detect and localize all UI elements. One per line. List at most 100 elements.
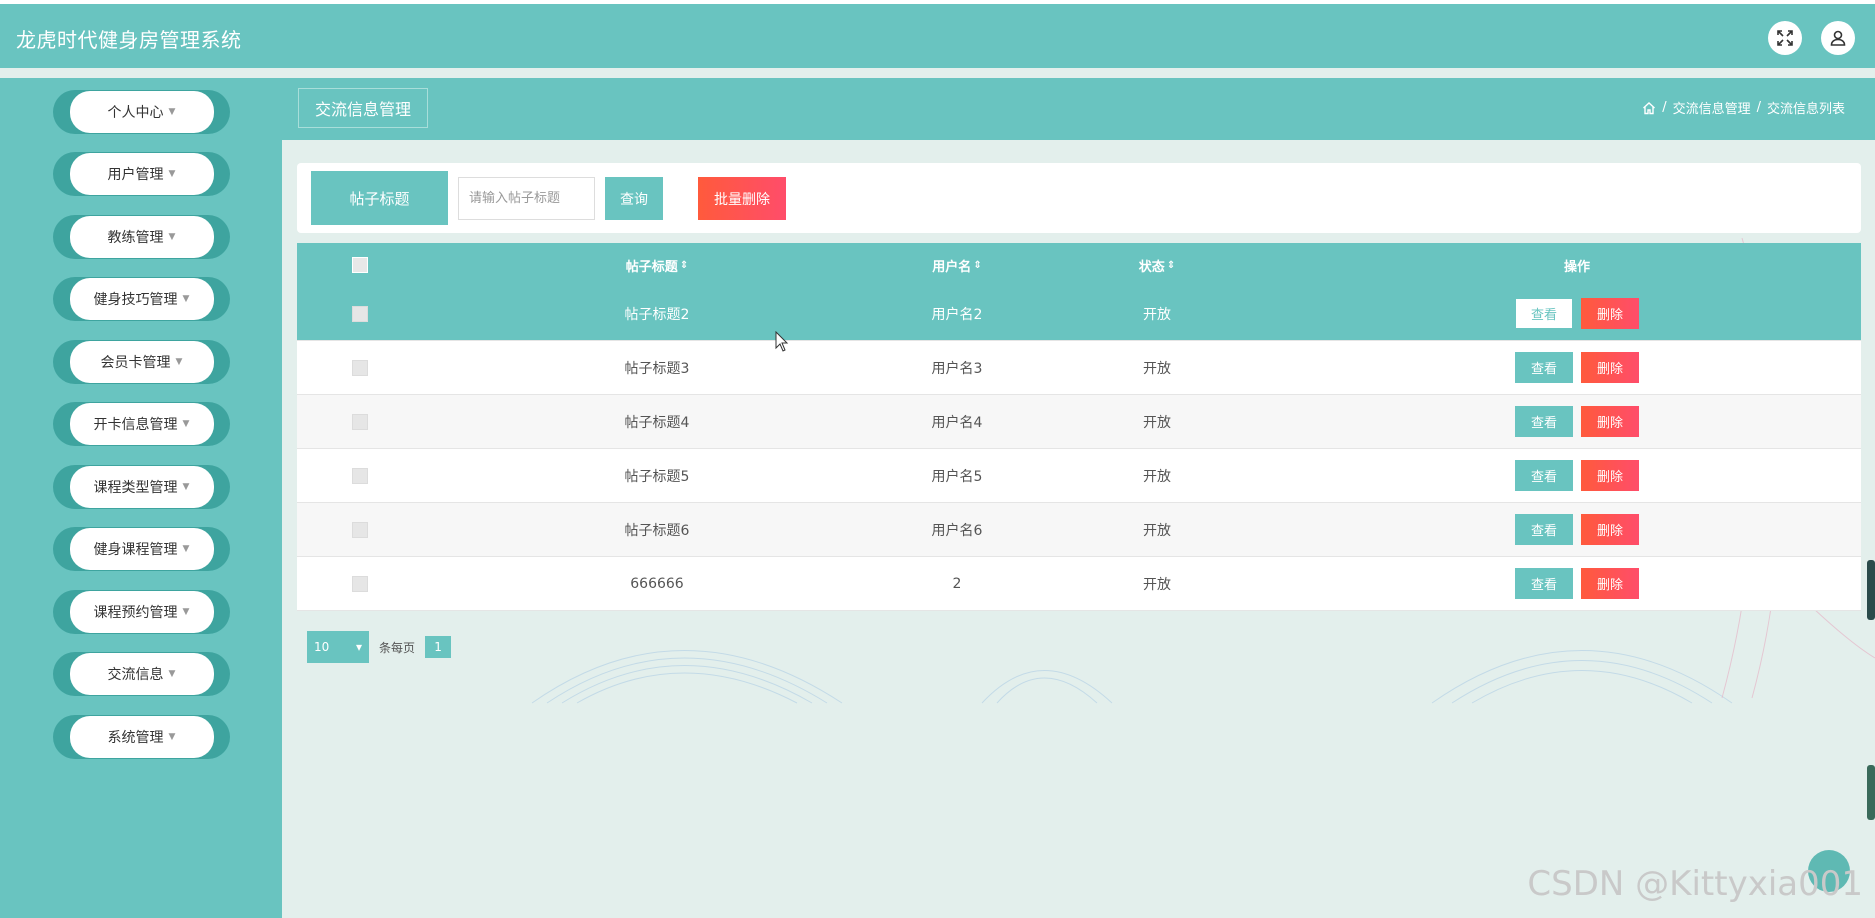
page-size-select[interactable]: 10 ▾ xyxy=(307,631,369,663)
search-label: 帖子标题 xyxy=(311,171,448,225)
header-status[interactable]: 状态 ⇕ xyxy=(1097,243,1217,287)
header-ops: 操作 xyxy=(1563,259,1590,275)
table-header: 帖子标题 ⇕ 用户名 ⇕ 状态 ⇕ 操作 xyxy=(297,243,1861,287)
table-row[interactable]: 帖子标题6 用户名6 开放 查看 删除 xyxy=(297,503,1861,557)
caret-down-icon: ▼ xyxy=(182,607,190,617)
table-row[interactable]: 帖子标题3 用户名3 开放 查看 删除 xyxy=(297,341,1861,395)
sidebar-item-label: 健身技巧管理 xyxy=(93,292,178,308)
delete-button[interactable]: 删除 xyxy=(1581,406,1639,437)
cell-status: 开放 xyxy=(1143,522,1171,539)
select-all-checkbox[interactable] xyxy=(352,257,368,273)
sidebar-item-system[interactable]: 系统管理 ▼ xyxy=(53,715,230,759)
scrollbar-handle[interactable] xyxy=(1867,765,1875,820)
view-button[interactable]: 查看 xyxy=(1515,568,1573,599)
cell-title: 帖子标题6 xyxy=(624,522,690,539)
watermark: CSDN @Kittyxia001 xyxy=(1527,864,1863,904)
cell-title: 帖子标题2 xyxy=(624,306,690,323)
scrollbar-handle[interactable] xyxy=(1867,560,1875,620)
caret-down-icon: ▼ xyxy=(182,544,190,554)
sidebar-item-label: 课程预约管理 xyxy=(93,605,178,621)
page-title: 交流信息管理 xyxy=(298,88,428,128)
delete-button[interactable]: 删除 xyxy=(1581,568,1639,599)
caret-down-icon: ▼ xyxy=(182,294,190,304)
sidebar-item-label: 用户管理 xyxy=(107,167,164,183)
cell-status: 开放 xyxy=(1143,576,1171,593)
view-button[interactable]: 查看 xyxy=(1515,514,1573,545)
cell-status: 开放 xyxy=(1143,306,1171,323)
sidebar-item-label: 健身课程管理 xyxy=(93,542,178,558)
caret-down-icon: ▼ xyxy=(182,419,190,429)
table-row[interactable]: 帖子标题4 用户名4 开放 查看 删除 xyxy=(297,395,1861,449)
per-page-label: 条每页 xyxy=(379,640,416,655)
sidebar-item-label: 会员卡管理 xyxy=(100,355,171,371)
sidebar-item-users[interactable]: 用户管理 ▼ xyxy=(53,152,230,196)
delete-button[interactable]: 删除 xyxy=(1581,298,1639,329)
sort-icon[interactable]: ⇕ xyxy=(1167,260,1175,271)
sidebar-item-fitness-courses[interactable]: 健身课程管理 ▼ xyxy=(53,527,230,571)
delete-button[interactable]: 删除 xyxy=(1581,460,1639,491)
cell-title: 帖子标题5 xyxy=(624,468,690,485)
row-checkbox[interactable] xyxy=(352,359,368,376)
cell-user: 2 xyxy=(952,575,962,592)
mouse-cursor-icon xyxy=(775,331,789,352)
table-row[interactable]: 帖子标题5 用户名5 开放 查看 删除 xyxy=(297,449,1861,503)
breadcrumb-item[interactable]: 交流信息管理 xyxy=(1673,98,1751,117)
sidebar-item-personal-center[interactable]: 个人中心 ▼ xyxy=(53,90,230,134)
table-row[interactable]: 帖子标题2 用户名2 开放 查看 删除 xyxy=(297,287,1861,341)
cell-title: 666666 xyxy=(630,575,684,592)
search-panel: 帖子标题 查询 批量删除 xyxy=(297,163,1861,233)
row-checkbox[interactable] xyxy=(352,521,368,538)
caret-down-icon: ▼ xyxy=(168,732,176,742)
delete-button[interactable]: 删除 xyxy=(1581,352,1639,383)
row-checkbox[interactable] xyxy=(352,467,368,484)
sidebar-item-label: 交流信息 xyxy=(107,667,164,683)
cell-user: 用户名2 xyxy=(931,306,983,323)
sidebar-item-coaches[interactable]: 教练管理 ▼ xyxy=(53,215,230,259)
view-button[interactable]: 查看 xyxy=(1515,460,1573,491)
view-button[interactable]: 查看 xyxy=(1515,352,1573,383)
top-bar: 龙虎时代健身房管理系统 xyxy=(0,0,1875,68)
main-content: 交流信息管理 / 交流信息管理 / 交流信息列表 帖子标题 查询 批量删除 帖子… xyxy=(282,78,1875,918)
breadcrumb-separator: / xyxy=(1662,100,1667,115)
table-row[interactable]: 666666 2 开放 查看 删除 xyxy=(297,557,1861,611)
page-header: 交流信息管理 / 交流信息管理 / 交流信息列表 xyxy=(282,78,1875,140)
sidebar-item-course-booking[interactable]: 课程预约管理 ▼ xyxy=(53,590,230,634)
breadcrumb-item: 交流信息列表 xyxy=(1766,102,1845,117)
caret-down-icon: ▼ xyxy=(182,482,190,492)
sidebar-item-membership-cards[interactable]: 会员卡管理 ▼ xyxy=(53,340,230,384)
caret-down-icon: ▼ xyxy=(175,357,183,367)
bulk-delete-button[interactable]: 批量删除 xyxy=(698,177,786,220)
cell-status: 开放 xyxy=(1143,360,1171,377)
sidebar-item-fitness-tips[interactable]: 健身技巧管理 ▼ xyxy=(53,277,230,321)
view-button[interactable]: 查看 xyxy=(1515,406,1573,437)
cell-user: 用户名6 xyxy=(931,522,983,539)
sidebar-item-course-types[interactable]: 课程类型管理 ▼ xyxy=(53,465,230,509)
sidebar-item-label: 教练管理 xyxy=(107,230,164,246)
header-title[interactable]: 帖子标题 ⇕ xyxy=(577,243,737,287)
row-checkbox[interactable] xyxy=(352,413,368,430)
row-checkbox[interactable] xyxy=(352,575,368,592)
sort-icon[interactable]: ⇕ xyxy=(680,260,688,271)
breadcrumb-separator: / xyxy=(1756,100,1761,115)
home-icon[interactable] xyxy=(1642,101,1656,115)
cell-title: 帖子标题3 xyxy=(624,360,690,377)
sidebar-item-label: 系统管理 xyxy=(107,730,164,746)
cell-user: 用户名4 xyxy=(931,414,983,431)
delete-button[interactable]: 删除 xyxy=(1581,514,1639,545)
sidebar-item-label: 个人中心 xyxy=(107,105,164,121)
user-icon[interactable] xyxy=(1821,21,1855,55)
sidebar: 个人中心 ▼ 用户管理 ▼ 教练管理 ▼ 健身技巧管理 ▼ 会员卡管理 ▼ 开卡信息管理 ▼… xyxy=(0,78,282,918)
caret-down-icon: ▼ xyxy=(168,169,176,179)
sort-icon[interactable]: ⇕ xyxy=(973,260,981,271)
sidebar-item-forum[interactable]: 交流信息 ▼ xyxy=(53,652,230,696)
header-user[interactable]: 用户名 ⇕ xyxy=(877,243,1037,287)
fullscreen-icon[interactable] xyxy=(1768,21,1802,55)
query-button[interactable]: 查询 xyxy=(605,177,663,220)
page-number[interactable]: 1 xyxy=(425,636,452,658)
row-checkbox[interactable] xyxy=(352,305,368,322)
caret-down-icon: ▼ xyxy=(168,107,176,117)
search-input[interactable] xyxy=(458,177,595,220)
pagination: 10 ▾ 条每页 1 xyxy=(307,631,452,663)
view-button[interactable]: 查看 xyxy=(1515,298,1573,329)
sidebar-item-card-opening[interactable]: 开卡信息管理 ▼ xyxy=(53,402,230,446)
